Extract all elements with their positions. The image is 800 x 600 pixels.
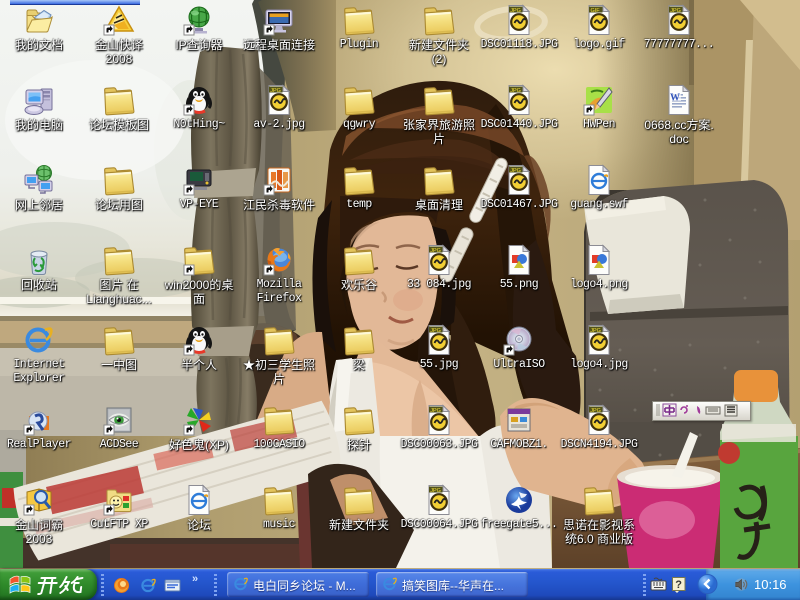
svg-text:?: ? [675,579,682,591]
